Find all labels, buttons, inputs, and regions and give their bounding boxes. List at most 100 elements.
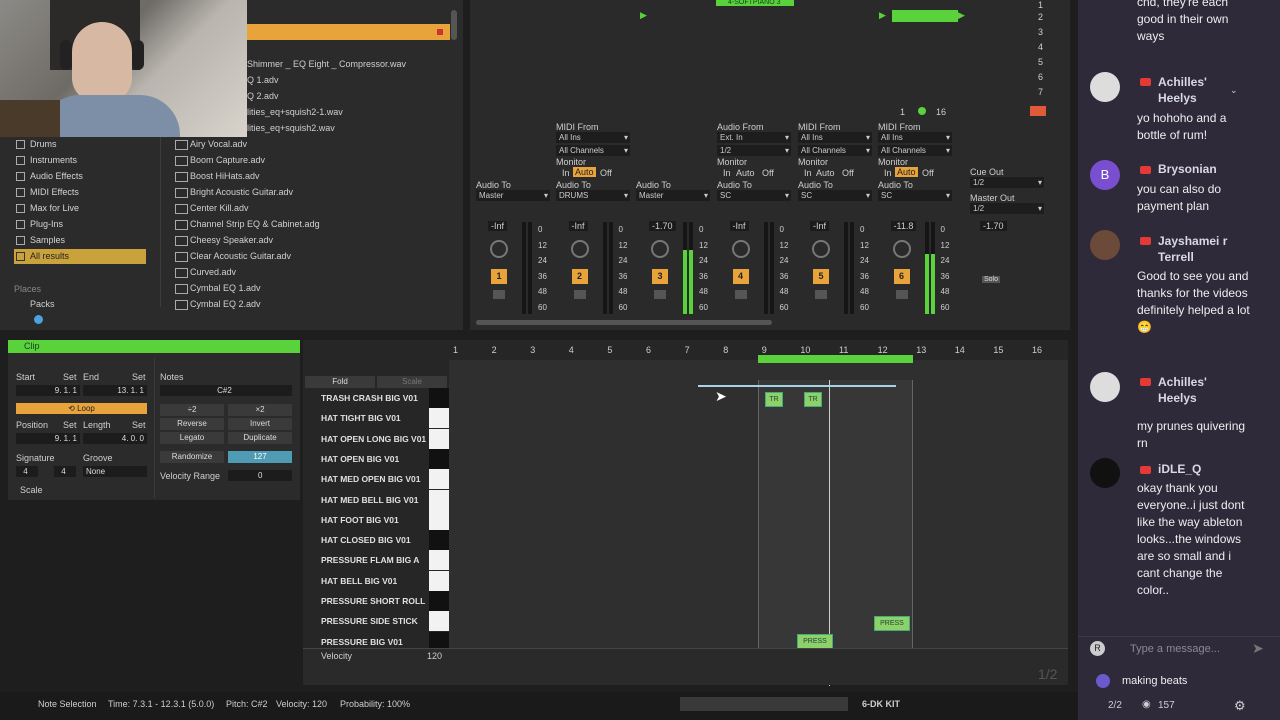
play-icon[interactable]: ▶	[640, 10, 647, 21]
category-audio-effects[interactable]: Audio Effects	[14, 169, 146, 184]
top-file-4[interactable]: lities_eq+squish2.wav	[247, 123, 335, 133]
packs-item[interactable]: Packs	[30, 299, 55, 309]
midi-from-select[interactable]: All Ins	[878, 132, 952, 143]
midi-from-select[interactable]: All Ins	[798, 132, 872, 143]
file-item[interactable]: Center Kill.adv	[175, 200, 445, 216]
overview-scrollbar[interactable]	[680, 697, 848, 711]
piano-key[interactable]	[429, 591, 449, 611]
set-button[interactable]: Set	[63, 372, 77, 382]
solo-icon[interactable]	[895, 290, 908, 299]
randomize-value[interactable]: 127	[228, 451, 292, 463]
top-file-2[interactable]: Q 2.adv	[247, 91, 279, 101]
bar-number[interactable]: 11	[839, 345, 848, 355]
track-activator[interactable]: 6	[893, 269, 910, 284]
solo-icon[interactable]	[573, 290, 586, 299]
monitor-in[interactable]: In	[884, 168, 892, 178]
track-activator[interactable]: 5	[813, 269, 829, 284]
preview-icon[interactable]	[34, 315, 43, 324]
invert-button[interactable]: Invert	[228, 418, 292, 430]
volume-value[interactable]: -Inf	[568, 221, 588, 231]
top-file-0[interactable]: Shimmer _ EQ Eight _ Compressor.wav	[247, 59, 406, 69]
audio-to-select[interactable]: Master	[476, 190, 550, 201]
chevron-down-icon[interactable]: ⌄	[1230, 85, 1238, 96]
bar-number[interactable]: 12	[878, 345, 888, 355]
bar-number[interactable]: 7	[685, 345, 690, 355]
channel-select[interactable]: 1/2	[717, 145, 791, 156]
pan-knob-icon[interactable]	[812, 240, 830, 258]
volume-value[interactable]: -1.70	[980, 221, 1007, 231]
scale-button[interactable]: Scale	[20, 485, 43, 495]
scene-number[interactable]: 1	[1038, 0, 1043, 10]
piano-key[interactable]	[429, 388, 449, 408]
midi-note[interactable]: TR	[804, 392, 822, 407]
file-item[interactable]: Boost HiHats.adv	[175, 168, 445, 184]
volume-value[interactable]: -Inf	[810, 221, 830, 231]
track-activator[interactable]: 3	[652, 269, 668, 284]
piano-key[interactable]	[429, 489, 449, 510]
piano-key[interactable]	[429, 448, 449, 469]
scene-number[interactable]: 7	[1038, 87, 1043, 97]
monitor-in[interactable]: In	[804, 168, 812, 178]
halve-button[interactable]: ÷2	[160, 404, 224, 416]
drum-lane-label[interactable]: PRESSURE SHORT ROLL BI	[321, 591, 431, 611]
sig-den-field[interactable]: 4	[54, 466, 76, 477]
bar-number[interactable]: 16	[1032, 345, 1042, 355]
bar-number[interactable]: 14	[955, 345, 965, 355]
file-item[interactable]: Clear Acoustic Guitar.adv	[175, 248, 445, 264]
piano-key[interactable]	[429, 469, 449, 490]
category-samples[interactable]: Samples	[14, 233, 146, 248]
bar-number[interactable]: 15	[993, 345, 1003, 355]
randomize-button[interactable]: Randomize	[160, 451, 224, 463]
drum-lane-label[interactable]: HAT CLOSED BIG V01	[321, 530, 431, 550]
drum-lane-label[interactable]: HAT FOOT BIG V01	[321, 510, 431, 530]
piano-key[interactable]	[429, 428, 449, 449]
solo-icon[interactable]	[654, 290, 666, 299]
stop-all-icon[interactable]	[1030, 106, 1046, 116]
chat-author[interactable]: Achilles' Heelys	[1158, 374, 1238, 406]
scene-number[interactable]: 3	[1038, 27, 1043, 37]
audio-from-select[interactable]: Ext. In	[717, 132, 791, 143]
set-button[interactable]: Set	[63, 420, 77, 430]
channel-select[interactable]: All Channels	[878, 145, 952, 156]
scene-number[interactable]: 6	[1038, 72, 1043, 82]
chat-input[interactable]: Type a message...	[1130, 643, 1220, 655]
file-item[interactable]: Bright Acoustic Guitar.adv	[175, 184, 445, 200]
pan-knob-icon[interactable]	[651, 240, 669, 258]
chat-author[interactable]: Brysonian	[1158, 162, 1217, 176]
channel-select[interactable]: All Channels	[556, 145, 630, 156]
bar-number[interactable]: 1	[453, 345, 458, 355]
loop-button[interactable]: ⟲ Loop	[16, 403, 147, 414]
category-midi-effects[interactable]: MIDI Effects	[14, 185, 146, 200]
solo-icon[interactable]	[815, 290, 827, 299]
monitor-in[interactable]: In	[723, 168, 731, 178]
chat-author[interactable]: iDLE_Q	[1158, 462, 1201, 476]
track-activator[interactable]: 2	[571, 269, 588, 284]
set-button[interactable]: Set	[132, 420, 146, 430]
scene-number[interactable]: 2	[1038, 12, 1043, 22]
monitor-off[interactable]: Off	[600, 168, 612, 178]
file-item[interactable]: Boom Capture.adv	[175, 152, 445, 168]
double-button[interactable]: ×2	[228, 404, 292, 416]
sig-num-field[interactable]: 4	[16, 466, 38, 477]
midi-note[interactable]: PRESS	[797, 634, 833, 649]
drum-lane-label[interactable]: HAT MED BELL BIG V01	[321, 490, 431, 510]
piano-key[interactable]	[429, 611, 449, 632]
set-button[interactable]: Set	[132, 372, 146, 382]
scale-toggle[interactable]: Scale	[377, 376, 447, 388]
drum-lane-label[interactable]: TRASH CRASH BIG V01	[321, 388, 431, 408]
duplicate-button[interactable]: Duplicate	[228, 432, 292, 444]
midi-note[interactable]: TR	[765, 392, 783, 407]
velocity-range-field[interactable]: 0	[228, 470, 292, 481]
master-out-select[interactable]: 1/2	[970, 203, 1044, 214]
audio-to-select[interactable]: SC	[798, 190, 872, 201]
piano-key[interactable]	[429, 509, 449, 530]
cue-out-select[interactable]: 1/2	[970, 177, 1044, 188]
piano-key[interactable]	[429, 408, 449, 429]
volume-value[interactable]: -1.70	[649, 221, 676, 231]
play-icon[interactable]: ▶	[958, 10, 965, 21]
bar-number[interactable]: 3	[530, 345, 535, 355]
bar-number[interactable]: 10	[800, 345, 810, 355]
file-item[interactable]: Curved.adv	[175, 264, 445, 280]
play-icon[interactable]: ▶	[879, 10, 886, 21]
active-clip-slot[interactable]	[892, 10, 958, 22]
